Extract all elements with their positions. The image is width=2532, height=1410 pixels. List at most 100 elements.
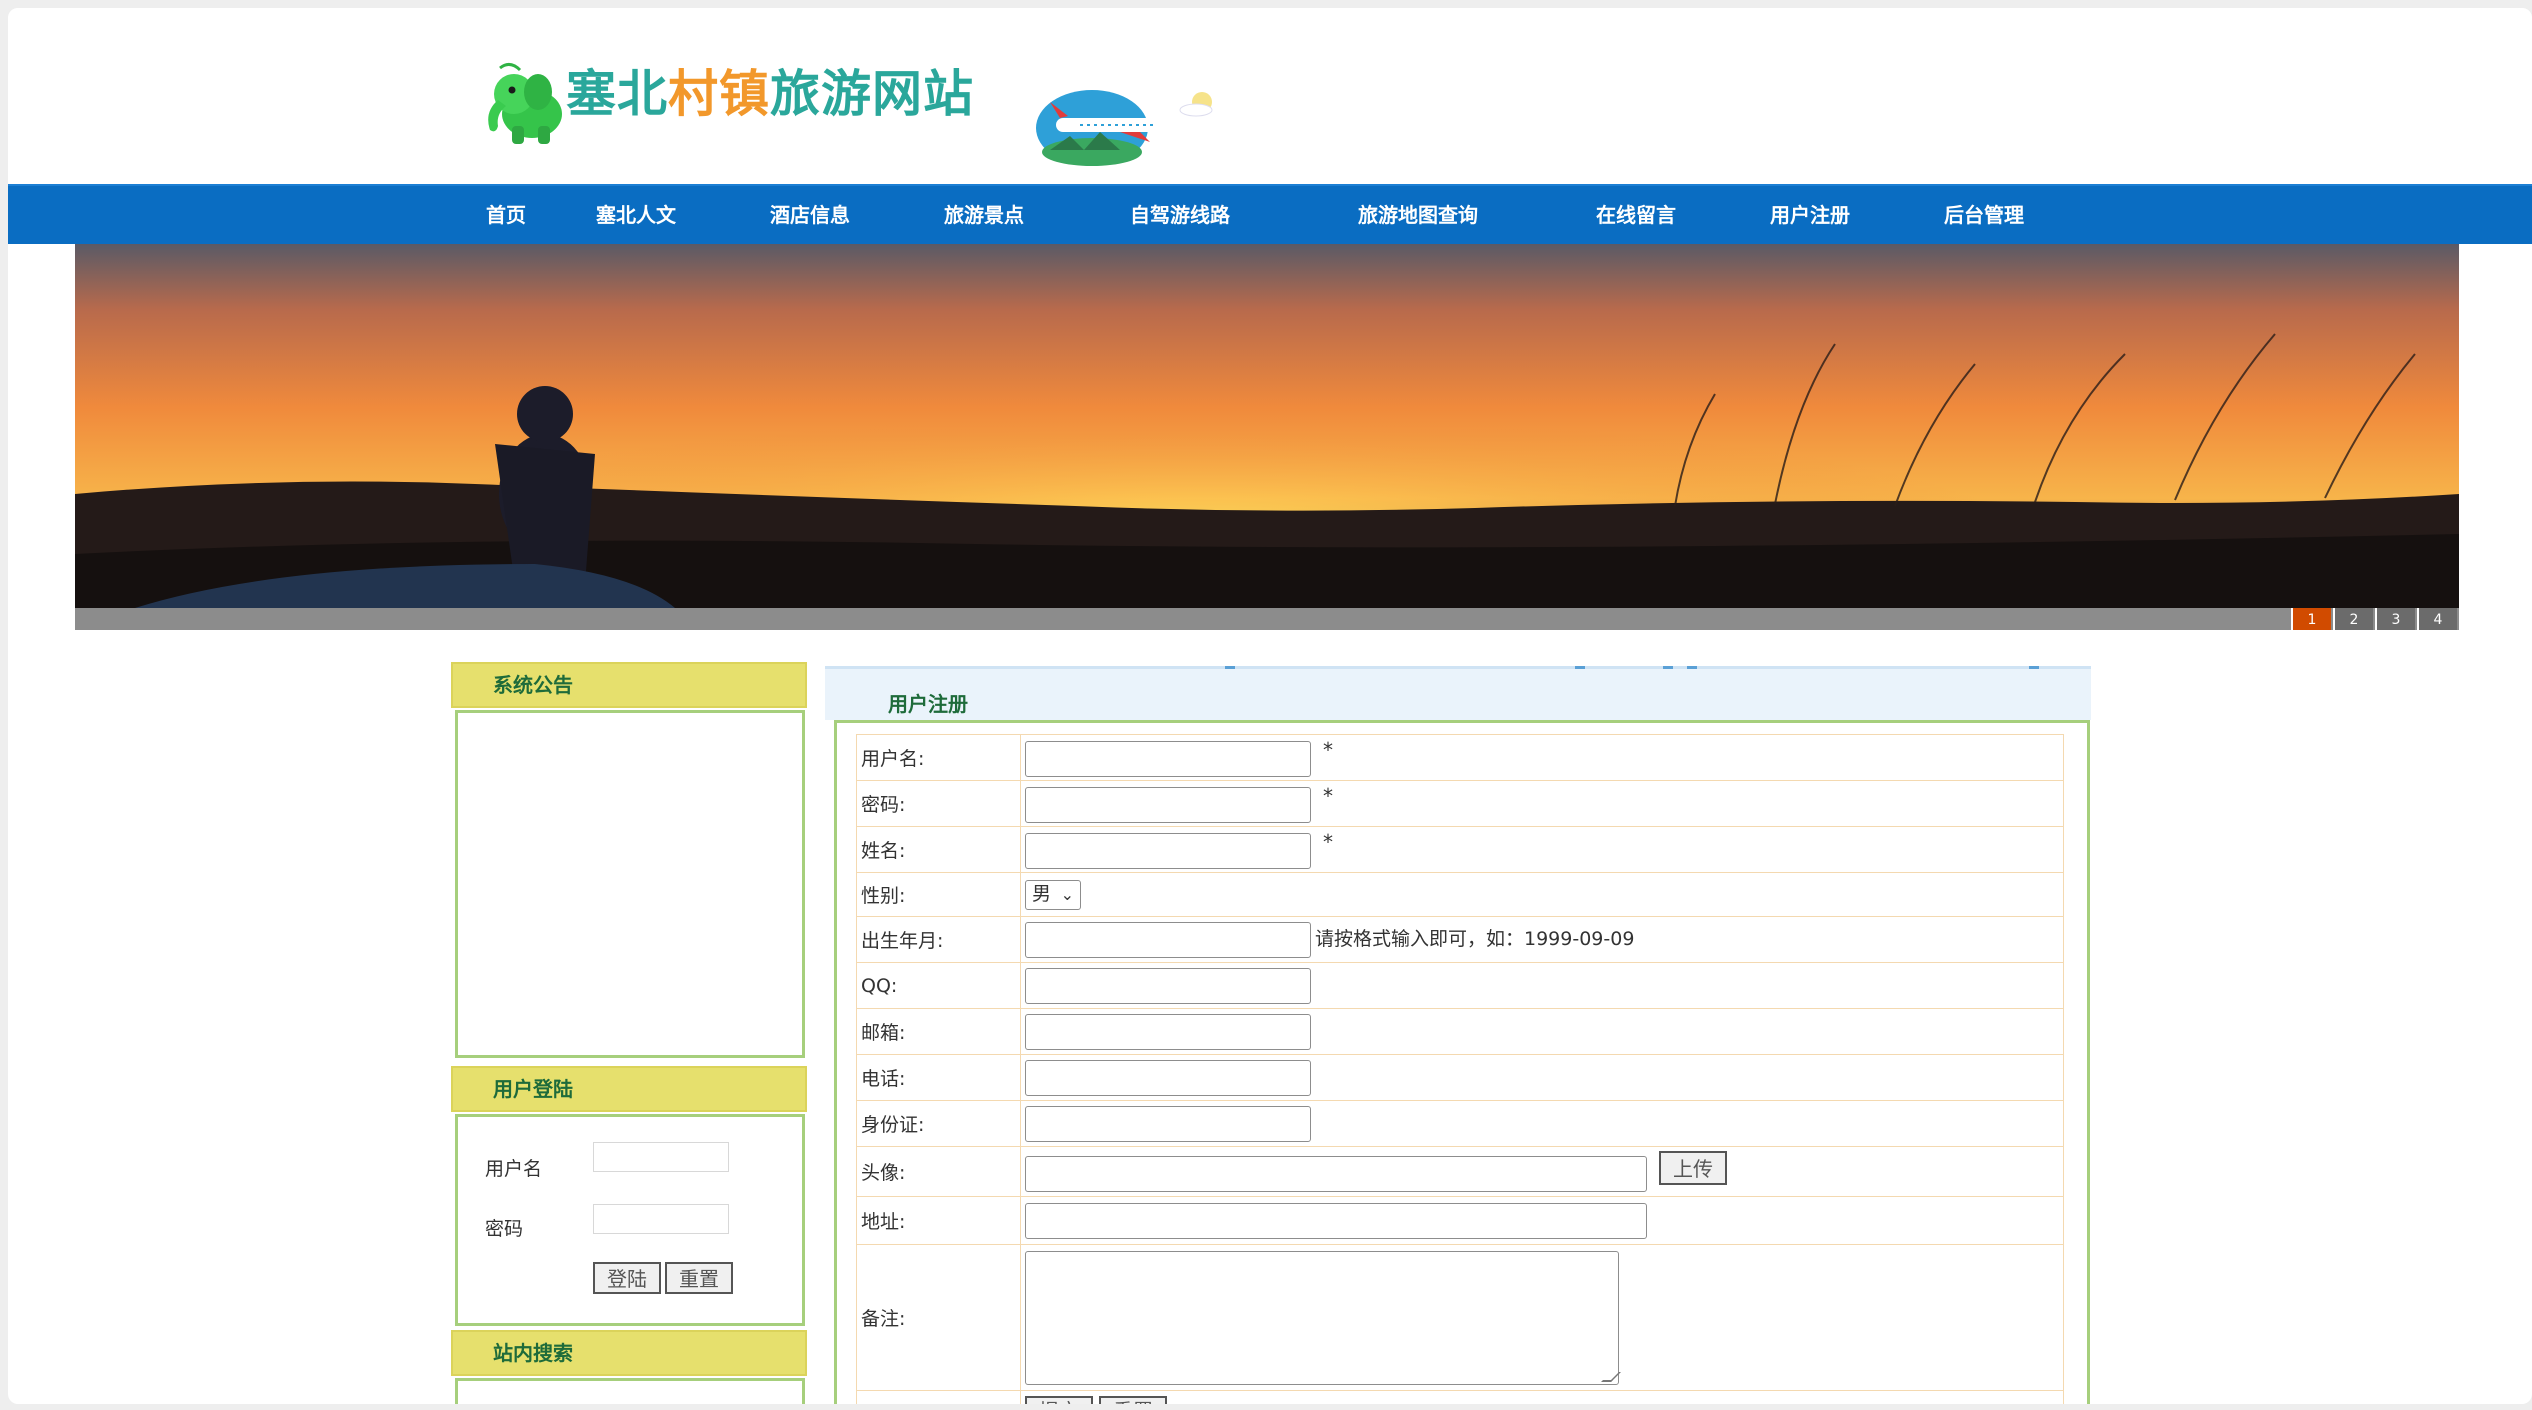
gender-select[interactable]: 男 ⌄ <box>1025 879 1081 910</box>
required-mark: * <box>1323 829 1333 854</box>
address-cell <box>1020 1196 2064 1245</box>
site-title: 塞北村镇旅游网站 <box>566 54 974 126</box>
remark-textarea[interactable] <box>1025 1250 1621 1385</box>
chevron-down-icon: ⌄ <box>1060 884 1074 904</box>
nav-item-hotels[interactable]: 酒店信息 <box>770 186 850 244</box>
site-title-char: 网 <box>872 65 923 123</box>
nav-item-guestbook[interactable]: 在线留言 <box>1596 186 1676 244</box>
site-search-header: 站内搜索 <box>451 1330 807 1376</box>
elephant-logo-icon <box>488 63 562 144</box>
form-row-remark: 备注: <box>856 1244 2064 1391</box>
actions-cell: 提交 重置 <box>1020 1390 2064 1404</box>
gender-cell: 男 ⌄ <box>1020 872 2064 917</box>
nav-item-driving-routes[interactable]: 自驾游线路 <box>1130 186 1230 244</box>
announcement-header: 系统公告 <box>451 662 807 708</box>
form-row-username: 用户名: * <box>856 734 2064 781</box>
avatar-label: 头像: <box>856 1146 1021 1197</box>
username-cell: * <box>1020 734 2064 781</box>
registration-title: 用户注册 <box>888 692 968 716</box>
form-row-idcard: 身份证: <box>856 1100 2064 1147</box>
password-input[interactable] <box>1025 787 1311 824</box>
phone-input[interactable] <box>1025 1059 1311 1096</box>
announcement-panel <box>455 710 805 1058</box>
form-row-address: 地址: <box>856 1196 2064 1245</box>
phone-label: 电话: <box>856 1054 1021 1101</box>
airplane-illustration <box>1036 90 1213 166</box>
sunset-banner-image <box>75 244 2459 608</box>
page: 塞北村镇旅游网站 首页 塞北人文 酒店信息 旅游景点 自驾游线路 旅游地图查询 … <box>8 8 2532 1404</box>
email-cell <box>1020 1008 2064 1055</box>
qq-cell <box>1020 962 2064 1009</box>
login-username-label: 用户名 <box>485 1158 543 1180</box>
address-input[interactable] <box>1025 1202 1647 1239</box>
email-label: 邮箱: <box>856 1008 1021 1055</box>
password-cell: * <box>1020 780 2064 827</box>
login-password-label: 密码 <box>485 1218 524 1240</box>
email-input[interactable] <box>1025 1013 1311 1050</box>
avatar-cell: 上传 <box>1020 1146 2064 1197</box>
site-title-char: 旅 <box>770 65 821 123</box>
qq-input[interactable] <box>1025 967 1311 1004</box>
upload-button[interactable]: 上传 <box>1659 1150 1727 1185</box>
username-label: 用户名: <box>856 734 1021 781</box>
site-title-char: 村 <box>668 65 719 123</box>
nav-item-culture[interactable]: 塞北人文 <box>596 186 676 244</box>
required-mark: * <box>1323 783 1333 808</box>
slide-button-1[interactable]: 1 <box>2291 608 2331 630</box>
form-row-qq: QQ: <box>856 962 2064 1009</box>
site-title-char: 镇 <box>719 65 770 123</box>
login-button[interactable]: 登陆 <box>593 1262 661 1294</box>
idcard-label: 身份证: <box>856 1100 1021 1147</box>
required-mark: * <box>1323 737 1333 762</box>
login-reset-button[interactable]: 重置 <box>665 1262 733 1294</box>
birthdate-input[interactable] <box>1025 921 1311 958</box>
nav-item-admin[interactable]: 后台管理 <box>1944 186 2024 244</box>
site-header: 塞北村镇旅游网站 <box>8 8 2532 184</box>
resize-handle-icon[interactable] <box>1601 1371 1621 1382</box>
site-title-char: 塞 <box>566 65 617 123</box>
form-row-email: 邮箱: <box>856 1008 2064 1055</box>
birthdate-label: 出生年月: <box>856 916 1021 963</box>
realname-label: 姓名: <box>856 826 1021 873</box>
slide-button-4[interactable]: 4 <box>2417 608 2457 630</box>
remark-label: 备注: <box>856 1244 1021 1391</box>
birthdate-hint: 请按格式输入即可，如：1999-09-09 <box>1315 928 1635 950</box>
nav-item-attractions[interactable]: 旅游景点 <box>944 186 1024 244</box>
address-label: 地址: <box>856 1196 1021 1245</box>
site-title-char: 北 <box>617 65 668 123</box>
nav-item-home[interactable]: 首页 <box>486 186 526 244</box>
avatar-path-input[interactable] <box>1025 1156 1647 1193</box>
remark-cell <box>1020 1244 2064 1391</box>
submit-button[interactable]: 提交 <box>1025 1396 1093 1404</box>
site-title-char: 游 <box>821 65 872 123</box>
birthdate-cell: 请按格式输入即可，如：1999-09-09 <box>1020 916 2064 963</box>
form-row-phone: 电话: <box>856 1054 2064 1101</box>
form-row-gender: 性别: 男 ⌄ <box>856 872 2064 917</box>
form-reset-button[interactable]: 重置 <box>1099 1396 1168 1404</box>
idcard-input[interactable] <box>1025 1105 1311 1142</box>
qq-label: QQ: <box>856 962 1021 1009</box>
login-username-input[interactable] <box>593 1142 729 1172</box>
registration-title-bar <box>825 666 2091 720</box>
nav-item-map-query[interactable]: 旅游地图查询 <box>1358 186 1478 244</box>
gender-label: 性别: <box>856 872 1021 917</box>
phone-cell <box>1020 1054 2064 1101</box>
login-password-input[interactable] <box>593 1204 729 1234</box>
gender-select-value: 男 <box>1032 882 1052 905</box>
idcard-cell <box>1020 1100 2064 1147</box>
slide-button-2[interactable]: 2 <box>2333 608 2373 630</box>
site-title-char: 站 <box>923 65 974 123</box>
realname-cell: * <box>1020 826 2064 873</box>
form-row-password: 密码: * <box>856 780 2064 827</box>
realname-input[interactable] <box>1025 833 1311 870</box>
password-label: 密码: <box>856 780 1021 827</box>
nav-item-register[interactable]: 用户注册 <box>1770 186 1850 244</box>
slider-bar <box>75 608 2459 630</box>
main-nav: 首页 塞北人文 酒店信息 旅游景点 自驾游线路 旅游地图查询 在线留言 用户注册… <box>8 184 2532 244</box>
username-input[interactable] <box>1025 741 1311 778</box>
form-row-avatar: 头像: 上传 <box>856 1146 2064 1197</box>
form-row-birthdate: 出生年月: 请按格式输入即可，如：1999-09-09 <box>856 916 2064 963</box>
form-row-actions: 提交 重置 <box>856 1390 2064 1404</box>
registration-form: 用户名: * 密码: * 姓名: * 性别: 男 ⌄ 出生年月: 请按格式输入即… <box>856 734 2064 1404</box>
slide-button-3[interactable]: 3 <box>2375 608 2415 630</box>
